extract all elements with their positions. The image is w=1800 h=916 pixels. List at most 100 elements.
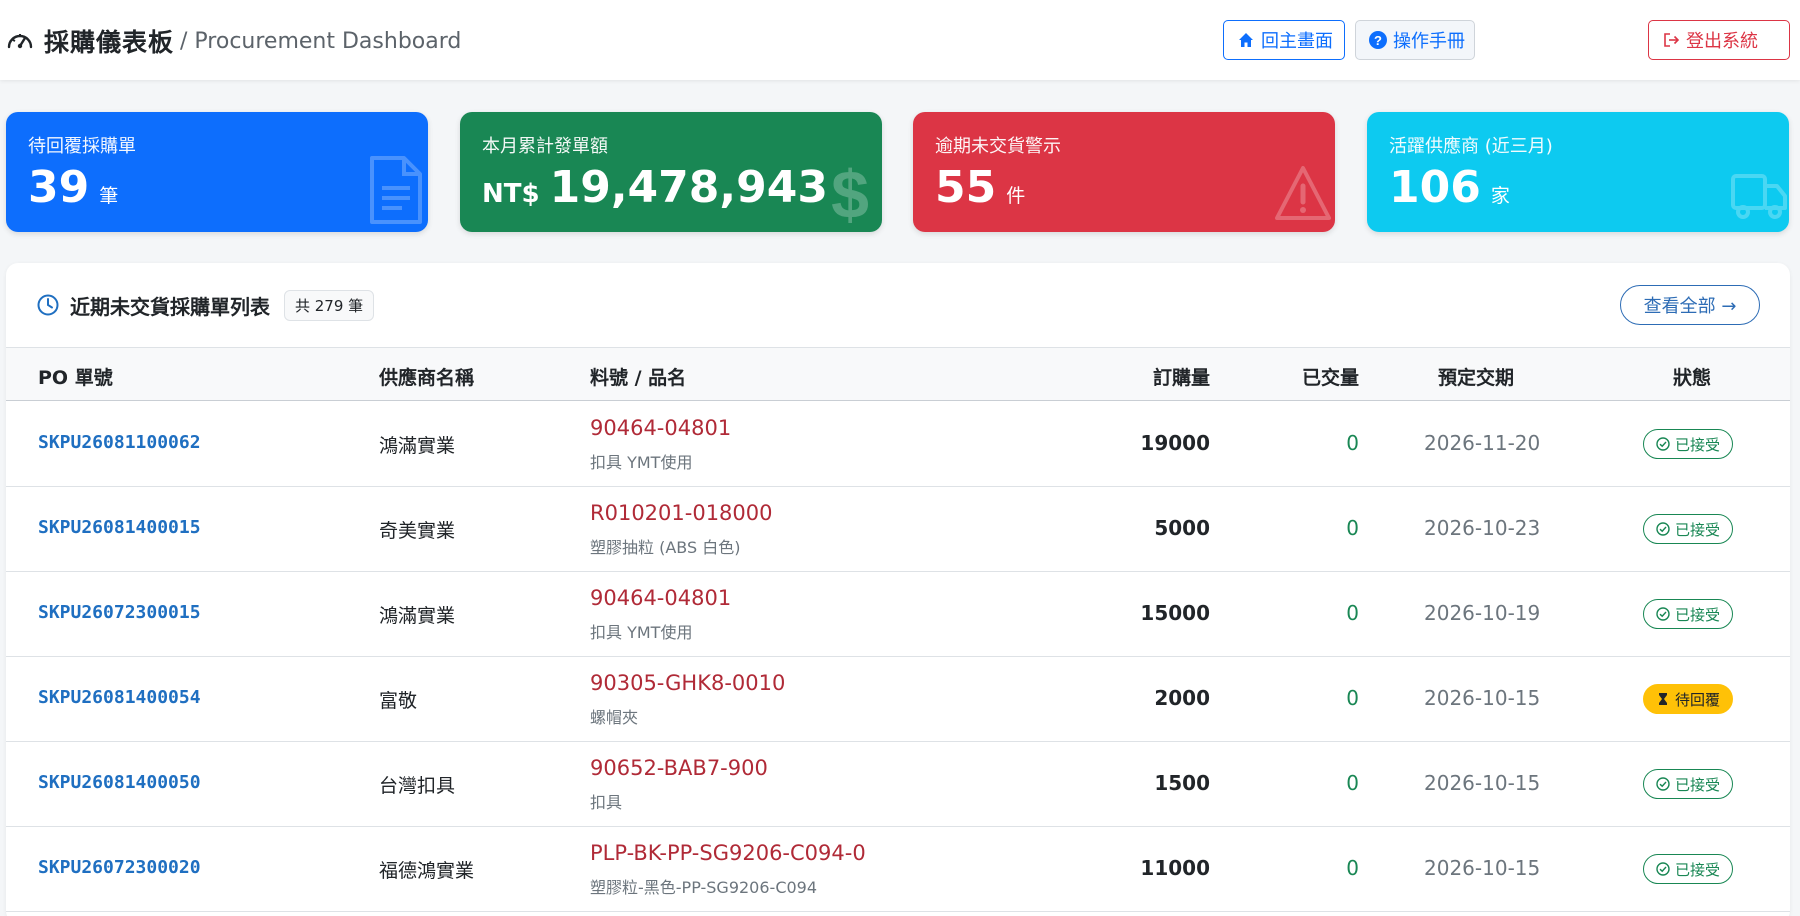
- order-quantity: 1500: [1154, 771, 1210, 795]
- table-row[interactable]: SKPU26081400015 奇美實業 R010201-018000 塑膠抽粒 (A…: [6, 487, 1790, 572]
- delivered-quantity: 0: [1346, 431, 1359, 455]
- document-icon: [370, 156, 422, 224]
- part-number: 90464-04801: [590, 586, 732, 610]
- status-label: 待回覆: [1675, 690, 1721, 709]
- table-row[interactable]: SKPU26081400050 台灣扣具 90652-BAB7-900 扣具 1500 0…: [6, 742, 1790, 827]
- truck-icon: [1731, 174, 1787, 219]
- table-row[interactable]: SKPU26081400054 富敬 90305-GHK8-0010 螺帽夾 2000 0…: [6, 657, 1790, 742]
- card-label: 活躍供應商 (近三月): [1389, 136, 1553, 157]
- status-badge: 已接受: [1643, 854, 1734, 884]
- manual-button-label: 操作手冊: [1393, 31, 1465, 52]
- status-label: 已接受: [1675, 605, 1721, 624]
- po-number-link[interactable]: SKPU26081400050: [38, 772, 201, 793]
- delivered-quantity: 0: [1346, 771, 1359, 795]
- card-value-group: NT$ 19,478,943: [482, 160, 828, 216]
- due-date: 2026-10-19: [1424, 601, 1541, 625]
- status-label: 已接受: [1675, 520, 1721, 539]
- card-pending-po: 待回覆採購單 39 筆: [6, 112, 428, 232]
- part-name: 塑膠粒-黑色-PP-SG9206-C094: [590, 878, 818, 897]
- check-circle-icon: [1656, 437, 1670, 451]
- check-circle-icon: [1656, 777, 1670, 791]
- part-name: 扣具: [590, 793, 623, 812]
- due-date: 2026-10-15: [1424, 686, 1541, 710]
- column-header-status[interactable]: 狀態: [1673, 363, 1711, 390]
- logout-button[interactable]: 登出系統: [1648, 20, 1790, 60]
- card-monthly-amount: 本月累計發單額 NT$ 19,478,943 $: [460, 112, 882, 232]
- table-row[interactable]: SKPU26072300020 福德鴻實業 PLP-BK-PP-SG9206-C09…: [6, 827, 1790, 912]
- page-subtitle: / Procurement Dashboard: [180, 28, 462, 54]
- svg-text:?: ?: [1374, 33, 1382, 48]
- order-quantity: 5000: [1154, 516, 1210, 540]
- panel-header: 近期未交貨採購單列表 共 279 筆: [36, 289, 375, 321]
- column-header-qty[interactable]: 訂購量: [1153, 363, 1210, 390]
- card-value-group: 106 家: [1389, 160, 1510, 216]
- card-overdue-warning: 逾期未交貨警示 55 件: [913, 112, 1335, 232]
- check-circle-icon: [1656, 522, 1670, 536]
- delivered-quantity: 0: [1346, 856, 1359, 880]
- table-header: PO 單號 供應商名稱 料號 / 品名 訂購量 已交量 預定交期 狀態: [6, 347, 1790, 401]
- po-number-link[interactable]: SKPU26081100062: [38, 432, 201, 453]
- part-number: PLP-BK-PP-SG9206-C094-0: [590, 841, 866, 865]
- home-button[interactable]: 回主畫面: [1223, 20, 1345, 60]
- order-quantity: 15000: [1140, 601, 1210, 625]
- po-number-link[interactable]: SKPU26072300020: [38, 857, 201, 878]
- table-row[interactable]: SKPU26081100062 鴻滿實業 90464-04801 扣具 YMT使用 19…: [6, 402, 1790, 487]
- table-row[interactable]: SKPU26072300015 鴻滿實業 90464-04801 扣具 YMT使用 15…: [6, 572, 1790, 657]
- house-icon: [1239, 33, 1253, 47]
- dollar-icon: $: [831, 157, 869, 226]
- logout-button-label: 登出系統: [1686, 31, 1758, 52]
- order-quantity: 2000: [1154, 686, 1210, 710]
- card-prefix: NT$: [482, 179, 540, 209]
- part-name: 扣具 YMT使用: [590, 453, 693, 472]
- card-unit: 家: [1490, 185, 1510, 207]
- delivered-quantity: 0: [1346, 516, 1359, 540]
- due-date: 2026-10-15: [1424, 856, 1541, 880]
- question-circle-icon: ?: [1369, 31, 1387, 49]
- manual-button[interactable]: ? 操作手冊: [1355, 20, 1475, 60]
- status-badge: 已接受: [1643, 599, 1734, 629]
- card-unit: 件: [1006, 185, 1026, 207]
- part-number: 90652-BAB7-900: [590, 756, 768, 780]
- card-label: 本月累計發單額: [482, 136, 608, 157]
- open-po-panel: 近期未交貨採購單列表 共 279 筆 查看全部 → PO 單號 供應商名稱 料號…: [6, 263, 1790, 916]
- due-date: 2026-10-23: [1424, 516, 1541, 540]
- column-header-vendor[interactable]: 供應商名稱: [379, 363, 474, 390]
- status-label: 已接受: [1675, 435, 1721, 454]
- column-header-delivered[interactable]: 已交量: [1302, 363, 1359, 390]
- vendor-name: 鴻滿實業: [379, 435, 456, 457]
- panel-title: 近期未交貨採購單列表: [70, 294, 270, 319]
- due-date: 2026-10-15: [1424, 771, 1541, 795]
- clock-icon: [37, 294, 59, 316]
- column-header-due-date[interactable]: 預定交期: [1438, 363, 1514, 390]
- po-number-link[interactable]: SKPU26081400015: [38, 517, 201, 538]
- delivered-quantity: 0: [1346, 686, 1359, 710]
- column-header-po[interactable]: PO 單號: [38, 363, 113, 390]
- hourglass-icon: [1659, 693, 1667, 705]
- vendor-name: 鴻滿實業: [379, 605, 456, 627]
- card-value-group: 55 件: [935, 160, 1025, 216]
- part-name: 螺帽夾: [590, 708, 639, 727]
- card-unit: 筆: [99, 185, 119, 207]
- view-all-button[interactable]: 查看全部 →: [1620, 285, 1760, 325]
- po-number-link[interactable]: SKPU26072300015: [38, 602, 201, 623]
- vendor-name: 奇美實業: [379, 520, 456, 542]
- home-button-label: 回主畫面: [1261, 31, 1333, 52]
- part-number: R010201-018000: [590, 501, 773, 525]
- card-value-group: 39 筆: [28, 160, 118, 216]
- status-badge: 待回覆: [1643, 684, 1734, 714]
- card-value: 106: [1389, 162, 1481, 213]
- page-title: 採購儀表板: [44, 28, 175, 57]
- order-quantity: 19000: [1140, 431, 1210, 455]
- part-name: 扣具 YMT使用: [590, 623, 693, 642]
- status-badge: 已接受: [1643, 514, 1734, 544]
- svg-text:$: $: [831, 157, 869, 226]
- top-navbar: 採購儀表板 / Procurement Dashboard 回主畫面 ? 操作手…: [0, 0, 1800, 80]
- card-value: 19,478,943: [549, 162, 828, 213]
- card-label: 待回覆採購單: [28, 136, 136, 157]
- vendor-name: 台灣扣具: [379, 775, 456, 797]
- po-number-link[interactable]: SKPU26081400054: [38, 687, 201, 708]
- card-value: 39: [28, 162, 90, 213]
- card-value: 55: [935, 162, 997, 213]
- count-badge: 共 279 筆: [284, 289, 375, 321]
- column-header-part[interactable]: 料號 / 品名: [590, 363, 686, 390]
